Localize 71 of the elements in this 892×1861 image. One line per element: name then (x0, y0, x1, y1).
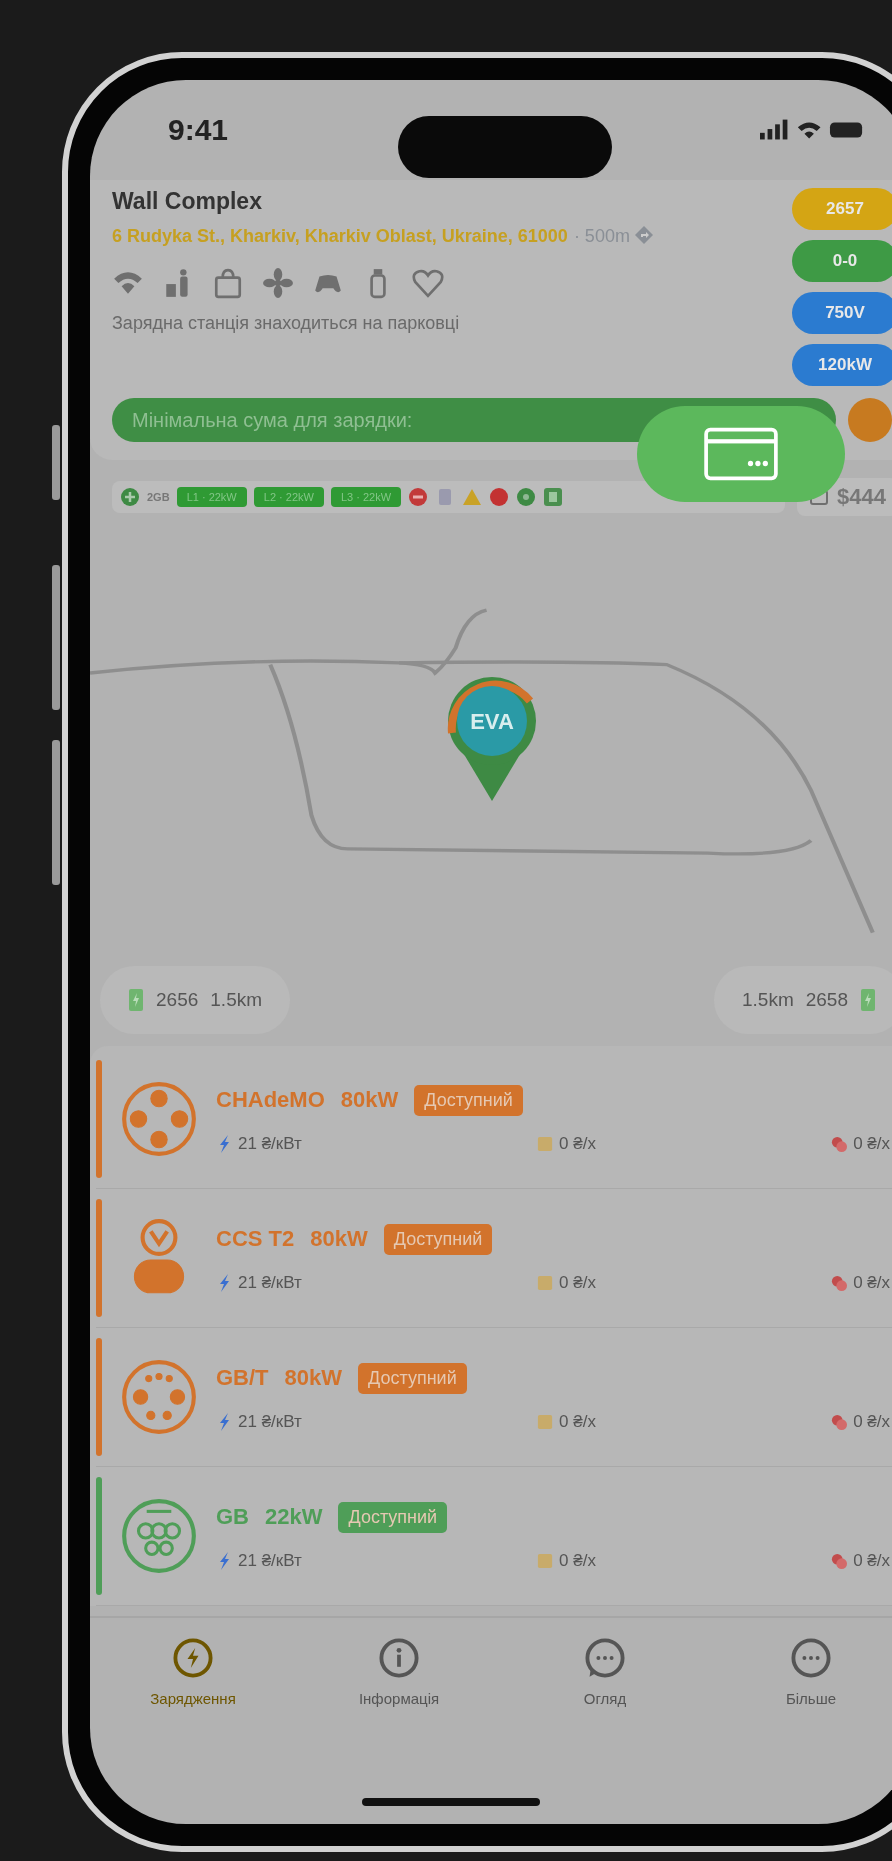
strip-label: 2GB (147, 491, 170, 503)
connector-row[interactable]: CCS T2 80kW Доступний 21 ₴/кВт 0 ₴/х 0 ₴/х (96, 1189, 892, 1328)
connector-status: Доступний (358, 1362, 467, 1394)
tab-bar-item[interactable]: Більше (721, 1636, 892, 1707)
phase-chip: L1 · 22kW (176, 487, 247, 507)
station-badge: 0-0 (792, 240, 892, 282)
tab-bar-item[interactable]: Огляд (515, 1636, 695, 1707)
navigation-icon (633, 225, 654, 245)
connector-status: Доступний (383, 1223, 493, 1255)
idle-price: 0 ₴/х (853, 1550, 890, 1571)
tab-bar-item[interactable]: Інформація (309, 1636, 489, 1707)
energy-price: 21 ₴/кВт (238, 1272, 302, 1293)
station-badge: 750V (792, 292, 892, 334)
parking-price: 0 ₴/х (559, 1411, 596, 1432)
idle-price: 0 ₴/х (853, 1411, 890, 1432)
circle-icon (516, 487, 537, 507)
station-description: Зарядна станція знаходиться на парковці (112, 313, 461, 334)
connector-power: 80kW (310, 1226, 368, 1252)
nearby-station-chip[interactable]: 1.5km 2658 (713, 966, 892, 1034)
round-indicator-icon (848, 398, 892, 442)
connector-power: 80kW (284, 1365, 343, 1391)
nearby-station-distance: 1.5km (741, 989, 794, 1011)
price-text: $444 (837, 484, 886, 510)
minimum-sum-label: Мінімальна сума для зарядки: (132, 408, 413, 432)
connector-row[interactable]: GB 22kW Доступний 21 ₴/кВт 0 ₴/х 0 ₴/х (96, 1467, 892, 1606)
nearby-station-number: 2658 (805, 989, 848, 1011)
station-badge: 120kW (792, 344, 892, 386)
connector-row[interactable]: CHAdeMO 80kW Доступний 21 ₴/кВт 0 ₴/х 0 ₴/х (96, 1050, 892, 1189)
station-address: 6 Rudyka St., Kharkiv, Kharkiv Oblast, Ukraine, 61000 (112, 226, 568, 246)
info-icon (377, 1636, 421, 1680)
chat-bubble-icon (583, 1636, 627, 1680)
credit-card-icon (704, 427, 778, 481)
nearby-station-distance: 1.5km (210, 989, 263, 1011)
idle-price: 0 ₴/х (853, 1272, 890, 1293)
square-icon (543, 487, 564, 507)
tab-bar-item[interactable]: Зарядження (103, 1636, 283, 1707)
nearby-station-chip[interactable]: 2656 1.5km (100, 966, 291, 1034)
plus-circle-icon (120, 487, 140, 507)
connector-name: GB (216, 1504, 249, 1530)
connector-name: CCS T2 (216, 1226, 295, 1252)
heart-icon (412, 267, 444, 299)
parking-price: 0 ₴/х (559, 1133, 596, 1154)
nearby-station-number: 2656 (156, 989, 199, 1011)
connector-status: Доступний (414, 1084, 523, 1116)
idle-price: 0 ₴/х (853, 1133, 890, 1154)
fan-icon (262, 267, 294, 299)
warning-icon (462, 487, 483, 507)
signal-wifi-battery-icon (760, 118, 864, 142)
status-time: 9:41 (168, 113, 229, 147)
parking-price: 0 ₴/х (559, 1272, 596, 1293)
charger-icon (128, 988, 144, 1012)
phase-chip: L2 · 22kW (253, 487, 324, 507)
parking-price: 0 ₴/х (559, 1550, 596, 1571)
phase-chip: L3 · 22kW (330, 487, 402, 507)
connector-name: CHAdeMO (216, 1087, 325, 1113)
dot-icon (489, 487, 510, 507)
station-name: Wall Complex (112, 188, 263, 215)
shopping-bag-icon (212, 267, 244, 299)
connector-power: 80kW (340, 1087, 399, 1113)
connector-name: GB/T (216, 1365, 269, 1391)
energy-price: 21 ₴/кВт (238, 1550, 302, 1571)
connector-status: Доступний (338, 1501, 448, 1533)
connector-power: 22kW (265, 1504, 323, 1530)
no-entry-icon (408, 487, 429, 507)
energy-price: 21 ₴/кВт (238, 1411, 302, 1432)
charger-icon (860, 988, 876, 1012)
station-badge: 2657 (792, 188, 892, 230)
lightning-circle-icon (171, 1636, 215, 1680)
more-icon (789, 1636, 833, 1680)
energy-price: 21 ₴/кВт (238, 1133, 302, 1154)
connector-row[interactable]: GB/T 80kW Доступний 21 ₴/кВт 0 ₴/х 0 ₴/х (96, 1328, 892, 1467)
